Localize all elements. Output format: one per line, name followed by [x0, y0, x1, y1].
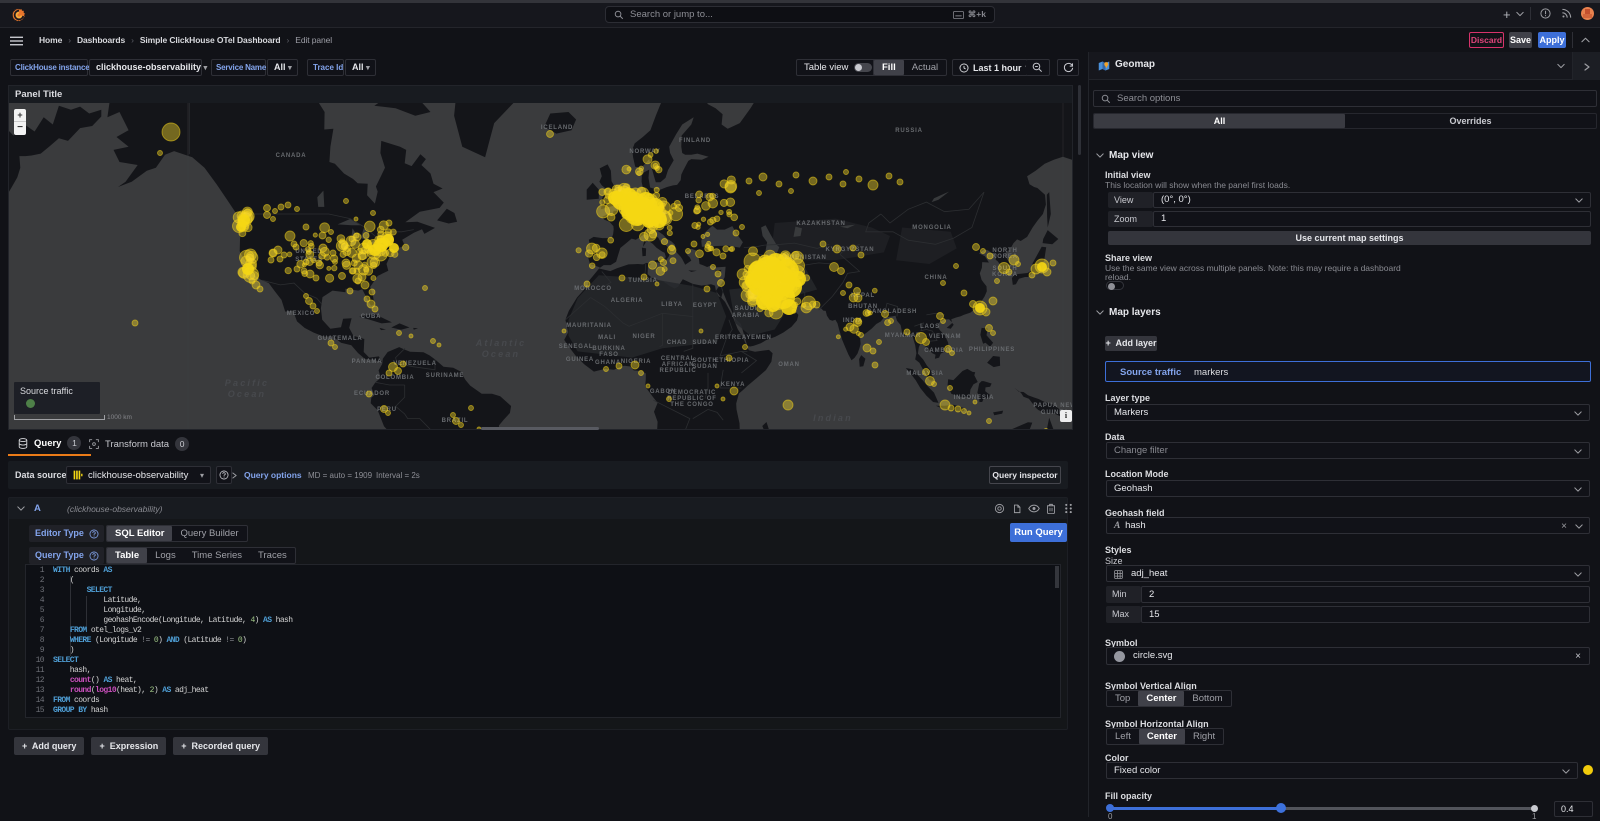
- svg-text:FASO: FASO: [599, 352, 619, 358]
- svg-text:THE CONGO: THE CONGO: [670, 402, 714, 408]
- svg-text:OMAN: OMAN: [778, 362, 800, 368]
- svg-text:MALI: MALI: [598, 335, 616, 341]
- svg-text:EGYPT: EGYPT: [693, 303, 717, 309]
- svg-text:PHILIPPINES: PHILIPPINES: [969, 347, 1015, 353]
- svg-text:NIGER: NIGER: [632, 334, 655, 340]
- svg-text:CHAD: CHAD: [667, 340, 688, 346]
- svg-text:LIBYA: LIBYA: [661, 302, 682, 308]
- svg-text:Atlantic: Atlantic: [475, 338, 527, 348]
- svg-text:CHINA: CHINA: [925, 275, 948, 281]
- svg-text:LAOS: LAOS: [920, 324, 940, 330]
- svg-text:CUBA: CUBA: [361, 314, 382, 320]
- svg-text:Pacific: Pacific: [225, 378, 269, 388]
- svg-text:MONGOLIA: MONGOLIA: [912, 225, 951, 231]
- svg-text:RUSSIA: RUSSIA: [895, 128, 922, 134]
- svg-text:SENEGAL: SENEGAL: [559, 344, 594, 350]
- svg-text:SURINAME: SURINAME: [426, 373, 464, 379]
- svg-text:CANADA: CANADA: [276, 153, 307, 159]
- svg-text:GUATEMALA: GUATEMALA: [317, 336, 362, 342]
- svg-text:VIETNAM: VIETNAM: [929, 334, 962, 340]
- svg-text:ICELAND: ICELAND: [541, 125, 573, 131]
- svg-text:Ocean: Ocean: [482, 349, 521, 359]
- svg-text:GUINEA: GUINEA: [566, 357, 594, 363]
- svg-text:ALGERIA: ALGERIA: [611, 298, 644, 304]
- svg-text:ARABIA: ARABIA: [732, 313, 760, 319]
- svg-text:SUDAN: SUDAN: [692, 340, 717, 346]
- svg-text:SAUDI: SAUDI: [735, 306, 758, 312]
- svg-text:Indian: Indian: [813, 413, 853, 423]
- svg-text:Ocean: Ocean: [228, 389, 267, 399]
- svg-text:MEXICO: MEXICO: [287, 311, 315, 317]
- svg-text:BHUTAN: BHUTAN: [848, 304, 878, 310]
- svg-text:PAPUA NEW: PAPUA NEW: [1033, 403, 1072, 409]
- svg-text:ERITREA: ERITREA: [715, 335, 747, 341]
- svg-text:MOROCCO: MOROCCO: [574, 286, 612, 292]
- svg-text:KAZAKHSTAN: KAZAKHSTAN: [796, 221, 845, 227]
- svg-text:MAURITANIA: MAURITANIA: [566, 323, 612, 329]
- svg-text:GABON: GABON: [650, 389, 676, 395]
- svg-text:CAMBODIA: CAMBODIA: [924, 348, 963, 354]
- svg-text:REPUBLIC: REPUBLIC: [659, 368, 696, 374]
- svg-text:PANAMA: PANAMA: [352, 359, 383, 365]
- svg-text:COLOMBIA: COLOMBIA: [375, 375, 414, 381]
- svg-text:YEMEN: YEMEN: [746, 335, 771, 341]
- svg-text:FINLAND: FINLAND: [679, 138, 711, 144]
